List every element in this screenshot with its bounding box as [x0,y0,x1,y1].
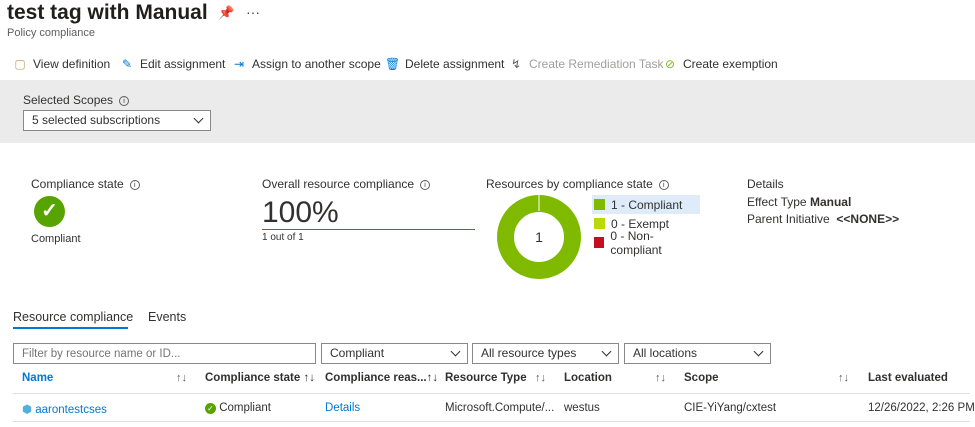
details-link[interactable]: Details [325,402,360,414]
legend: 1 - Compliant 0 - Exempt 0 - Non-complia… [592,195,700,257]
type-filter[interactable]: All resource types [472,343,619,364]
col-last-evaluated[interactable]: Last evaluated [868,372,948,384]
label: Create exemption [683,57,778,71]
info-icon[interactable]: i [420,180,431,190]
label: Edit assignment [140,57,226,71]
scopes-label: Selected Scopes i [23,93,130,107]
create-exemption-button[interactable]: ⊘ Create exemption [663,57,778,71]
exemption-icon: ⊘ [664,57,676,71]
vm-icon: ⬢ [22,404,33,416]
trash-icon: 🗑 [385,57,401,71]
label: Compliance state [31,177,124,191]
sort-icon[interactable]: ↑↓ [427,372,439,384]
label: Overall resource compliance [262,177,415,191]
location-cell: westus [564,402,600,414]
page-subtitle: Policy compliance [7,27,96,39]
swatch [594,218,605,229]
chevron-down-icon [753,346,764,357]
last-evaluated-cell: 12/26/2022, 2:26 PM [868,402,975,414]
chevron-down-icon [450,346,461,357]
search-input[interactable] [13,343,316,364]
delete-assignment-button[interactable]: 🗑 Delete assignment [385,57,504,71]
scope-cell: CIE-YiYang/cxtest [684,402,777,414]
label: View definition [33,57,111,71]
col-state[interactable]: Compliance state ↑↓ [205,372,315,384]
check-circle-icon: ✓ [34,196,65,227]
create-remediation-button: ↯ Create Remediation Task [509,57,664,71]
label: Compliance state [205,372,301,384]
donut-center: 1 [535,229,543,245]
info-icon[interactable]: i [658,180,669,190]
parent-initiative: Parent Initiative <<NONE>> [747,212,899,226]
type-cell: Microsoft.Compute/... [445,402,555,414]
label: Resources by compliance state [486,177,653,191]
assign-arrow-icon: ⇥ [233,57,245,71]
remediation-icon: ↯ [510,57,522,71]
active-tab-indicator [13,327,128,329]
sort-icon[interactable]: ↑↓ [535,372,546,384]
compliance-donut: 1 [497,194,581,279]
legend-compliant[interactable]: 1 - Compliant [592,195,700,214]
value: 5 selected subscriptions [32,113,161,127]
value: Manual [809,195,852,209]
overall-compliance-value: 100% [262,196,475,230]
label: Assign to another scope [252,57,381,71]
sort-icon[interactable]: ↑↓ [176,372,187,384]
divider [13,393,970,394]
pin-icon[interactable]: 📌 [218,5,234,21]
state-filter[interactable]: Compliant [321,343,468,364]
resource-link[interactable]: aarontestcses [35,404,107,416]
label: 0 - Non-compliant [610,228,662,257]
chevron-down-icon [601,346,612,357]
table-row[interactable]: ⬢ aarontestcses [22,402,107,416]
page-title: test tag with Manual [7,1,208,24]
tab-events[interactable]: Events [148,310,186,324]
document-icon: ▢ [14,57,26,71]
col-scope[interactable]: Scope [684,372,719,384]
check-circle-icon: ✓ [205,403,216,414]
legend-noncompliant[interactable]: 0 - Non-compliant [592,229,700,257]
tab-resource-compliance[interactable]: Resource compliance [13,310,133,324]
col-name[interactable]: Name [22,372,53,384]
label: Parent Initiative [747,212,830,226]
effect-type: Effect Type Manual [747,195,851,209]
sort-icon[interactable]: ↑↓ [303,372,315,384]
value: Compliant [219,402,271,414]
state-cell: ✓ Compliant [205,402,271,414]
sort-icon[interactable]: ↑↓ [655,372,666,384]
col-reason[interactable]: Compliance reas...↑↓ [325,372,438,384]
view-definition-button[interactable]: ▢ View definition [13,57,110,71]
col-type[interactable]: Resource Type [445,372,527,384]
more-button[interactable]: ··· [246,4,260,20]
compliance-state-value: Compliant [31,233,81,245]
location-filter[interactable]: All locations [624,343,771,364]
info-icon[interactable]: i [119,96,130,106]
info-icon[interactable]: i [129,180,140,190]
value: Compliant [330,346,385,360]
compliance-state-label: Compliance state i [31,177,140,191]
label: Create Remediation Task [529,57,664,71]
label: Compliance reas... [325,372,427,384]
sort-icon[interactable]: ↑↓ [838,372,849,384]
swatch [594,237,605,248]
swatch [594,199,605,210]
label: 1 - Compliant [611,197,683,212]
value: <<NONE>> [836,212,900,226]
label: Delete assignment [405,57,505,71]
col-location[interactable]: Location [564,372,612,384]
value: All resource types [481,346,577,360]
divider [13,421,970,422]
value: All locations [633,346,698,360]
assign-scope-button[interactable]: ⇥ Assign to another scope [232,57,381,71]
details-label: Details [747,177,784,191]
overall-compliance-label: Overall resource compliance i [262,177,431,191]
overall-compliance-detail: 1 out of 1 [262,232,304,243]
label: Selected Scopes [23,93,114,107]
edit-assignment-button[interactable]: ✎ Edit assignment [120,57,225,71]
scope-dropdown[interactable]: 5 selected subscriptions [23,110,211,131]
chevron-down-icon [193,113,204,124]
by-state-label: Resources by compliance state i [486,177,669,191]
label: Effect Type [747,195,807,209]
pencil-icon: ✎ [121,57,133,71]
